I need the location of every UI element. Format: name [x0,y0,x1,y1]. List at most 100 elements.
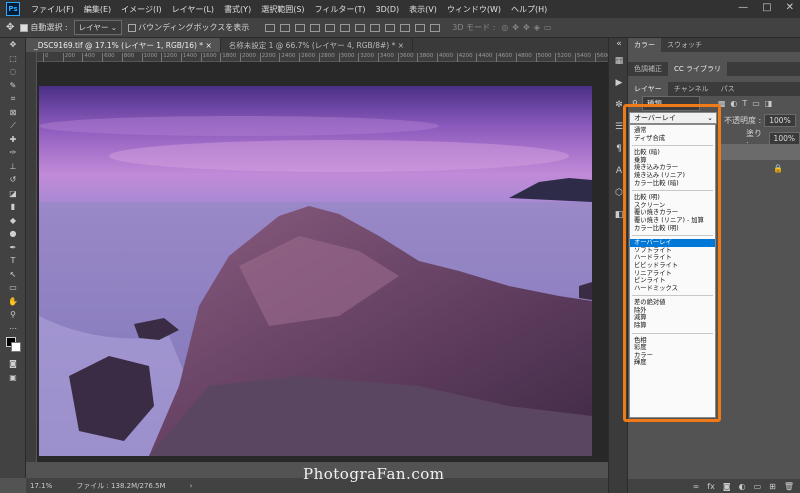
menu-help[interactable]: ヘルプ(H) [506,4,552,15]
dodge-tool-icon[interactable]: ● [0,227,26,241]
close-tab-icon[interactable]: × [398,41,404,50]
blur-tool-icon[interactable]: ◆ [0,214,26,228]
close-icon[interactable]: ✕ [786,2,794,13]
color-panel-tabs: カラー スウォッチ [628,38,800,52]
tab-cc-libraries[interactable]: CC ライブラリ [668,62,728,76]
distribute-right-icon[interactable] [430,23,441,32]
align-top-icon[interactable] [265,23,276,32]
adjustments-panel-tabs: 色調補正 CC ライブラリ [628,62,800,76]
vertical-ruler [26,52,37,462]
align-middle-icon[interactable] [280,23,291,32]
zoom-tool-icon[interactable]: ⚲ [0,308,26,322]
fill-input[interactable]: 100% [768,131,800,145]
move-tool-icon[interactable]: ✥ [0,38,26,52]
menu-view[interactable]: 表示(V) [404,4,442,15]
tab-layers[interactable]: レイヤー [628,82,668,96]
opacity-input[interactable]: 100% [764,114,796,127]
ruler-tick-label: 5000 [535,53,552,62]
lasso-tool-icon[interactable]: ◌ [0,65,26,79]
history-panel-icon[interactable]: ▦ [609,50,629,72]
tab-untitled-1[interactable]: 名称未設定 1 @ 66.7% (レイヤー 4, RGB/8#) * × [221,38,414,52]
document-tabs: _DSC9169.tif @ 17.1% (レイヤー 1, RGB/16) * … [26,38,608,52]
adjustment-layer-icon[interactable]: ◐ [739,482,746,491]
type-tool-icon[interactable]: T [0,254,26,268]
tab-paths[interactable]: パス [715,82,741,96]
crop-tool-icon[interactable]: ⌗ [0,92,26,106]
background-color-swatch[interactable] [11,342,21,352]
zoom-level[interactable]: 17.1% [30,482,52,490]
ruler-tick-label: 5400 [574,53,591,62]
menu-edit[interactable]: 編集(E) [79,4,116,15]
more-tools-icon[interactable]: ⋯ [0,322,26,336]
menu-window[interactable]: ウィンドウ(W) [442,4,506,15]
fx-icon[interactable]: fx [707,482,715,491]
menu-image[interactable]: イメージ(I) [116,4,166,15]
3d-tool-icons: ◎✥✥◈▭ [501,23,556,32]
distribute-top-icon[interactable] [355,23,366,32]
pen-tool-icon[interactable]: ✒ [0,241,26,255]
path-select-icon[interactable]: ↖ [0,268,26,282]
actions-panel-icon[interactable]: ▶ [609,72,629,94]
tab-swatches[interactable]: スウォッチ [661,38,708,52]
align-right-icon[interactable] [340,23,351,32]
tab-dsc9169[interactable]: _DSC9169.tif @ 17.1% (レイヤー 1, RGB/16) * … [26,38,221,52]
color-swatches[interactable] [0,335,26,357]
ruler-tick-label: 3400 [377,53,394,62]
maximize-icon[interactable]: □ [762,2,771,13]
align-center-icon[interactable] [325,23,336,32]
collapse-icon[interactable]: « [609,38,629,50]
quick-mask-icon[interactable]: ◙ [0,357,26,371]
hand-tool-icon[interactable]: ✋ [0,295,26,309]
rectangle-tool-icon[interactable]: ▭ [0,281,26,295]
history-brush-icon[interactable]: ↺ [0,173,26,187]
layer-select-dropdown[interactable]: レイヤー ⌄ [73,20,123,35]
menu-select[interactable]: 選択範囲(S) [256,4,309,15]
ruler-tick-label: 2000 [240,53,256,62]
screen-mode-icon[interactable]: ▣ [0,371,26,385]
watermark: PhotograFan.com [303,465,445,483]
stamp-tool-icon[interactable]: ⊥ [0,160,26,174]
ruler-tick-label: 400 [82,53,95,62]
frame-tool-icon[interactable]: ⊠ [0,106,26,120]
distribute-bottom-icon[interactable] [385,23,396,32]
ruler-tick-label: 1400 [180,53,197,62]
menu-type[interactable]: 書式(Y) [219,4,256,15]
distribute-center-icon[interactable] [415,23,426,32]
brush-tool-icon[interactable]: ✑ [0,146,26,160]
close-tab-icon[interactable]: × [205,41,211,50]
gradient-tool-icon[interactable]: ▮ [0,200,26,214]
eyedropper-tool-icon[interactable]: ⟋ [0,119,26,133]
group-icon[interactable]: ▭ [754,482,762,491]
minimize-icon[interactable]: — [738,2,748,13]
trash-icon[interactable]: 🗑 [784,482,794,491]
link-icon[interactable]: ∞ [693,482,700,491]
status-arrow-icon[interactable]: › [190,482,193,490]
move-tool-icon[interactable]: ✥ [6,22,14,33]
eraser-tool-icon[interactable]: ◪ [0,187,26,201]
document-photo[interactable] [39,86,592,456]
tab-adjustments[interactable]: 色調補正 [628,62,668,76]
file-info: ファイル : 138.2M/276.5M [76,481,166,490]
menu-layer[interactable]: レイヤー(L) [167,4,219,15]
mask-icon[interactable]: ◙ [723,482,731,491]
quick-select-tool-icon[interactable]: ✎ [0,79,26,93]
menu-bar: Ps ファイル(F) 編集(E) イメージ(I) レイヤー(L) 書式(Y) 選… [0,0,800,18]
align-bottom-icon[interactable] [295,23,306,32]
auto-select-checkbox[interactable]: 自動選択 : [20,22,68,33]
ruler-tick-label: 1200 [161,53,177,62]
layer-row-selected[interactable] [718,144,800,160]
distribute-middle-icon[interactable] [370,23,381,32]
new-layer-icon[interactable]: ⊞ [769,482,776,491]
ruler-tick-label: 4600 [496,53,512,62]
opacity-label: 不透明度 : [724,116,762,125]
menu-3d[interactable]: 3D(D) [371,5,405,14]
marquee-tool-icon[interactable]: ⬚ [0,52,26,66]
healing-brush-icon[interactable]: ✚ [0,133,26,147]
distribute-left-icon[interactable] [400,23,411,32]
tab-color[interactable]: カラー [628,38,661,52]
align-left-icon[interactable] [310,23,321,32]
bounding-box-checkbox[interactable]: バウンディングボックスを表示 [128,22,249,33]
menu-file[interactable]: ファイル(F) [26,4,79,15]
menu-filter[interactable]: フィルター(T) [310,4,371,15]
tab-channels[interactable]: チャンネル [668,82,715,96]
